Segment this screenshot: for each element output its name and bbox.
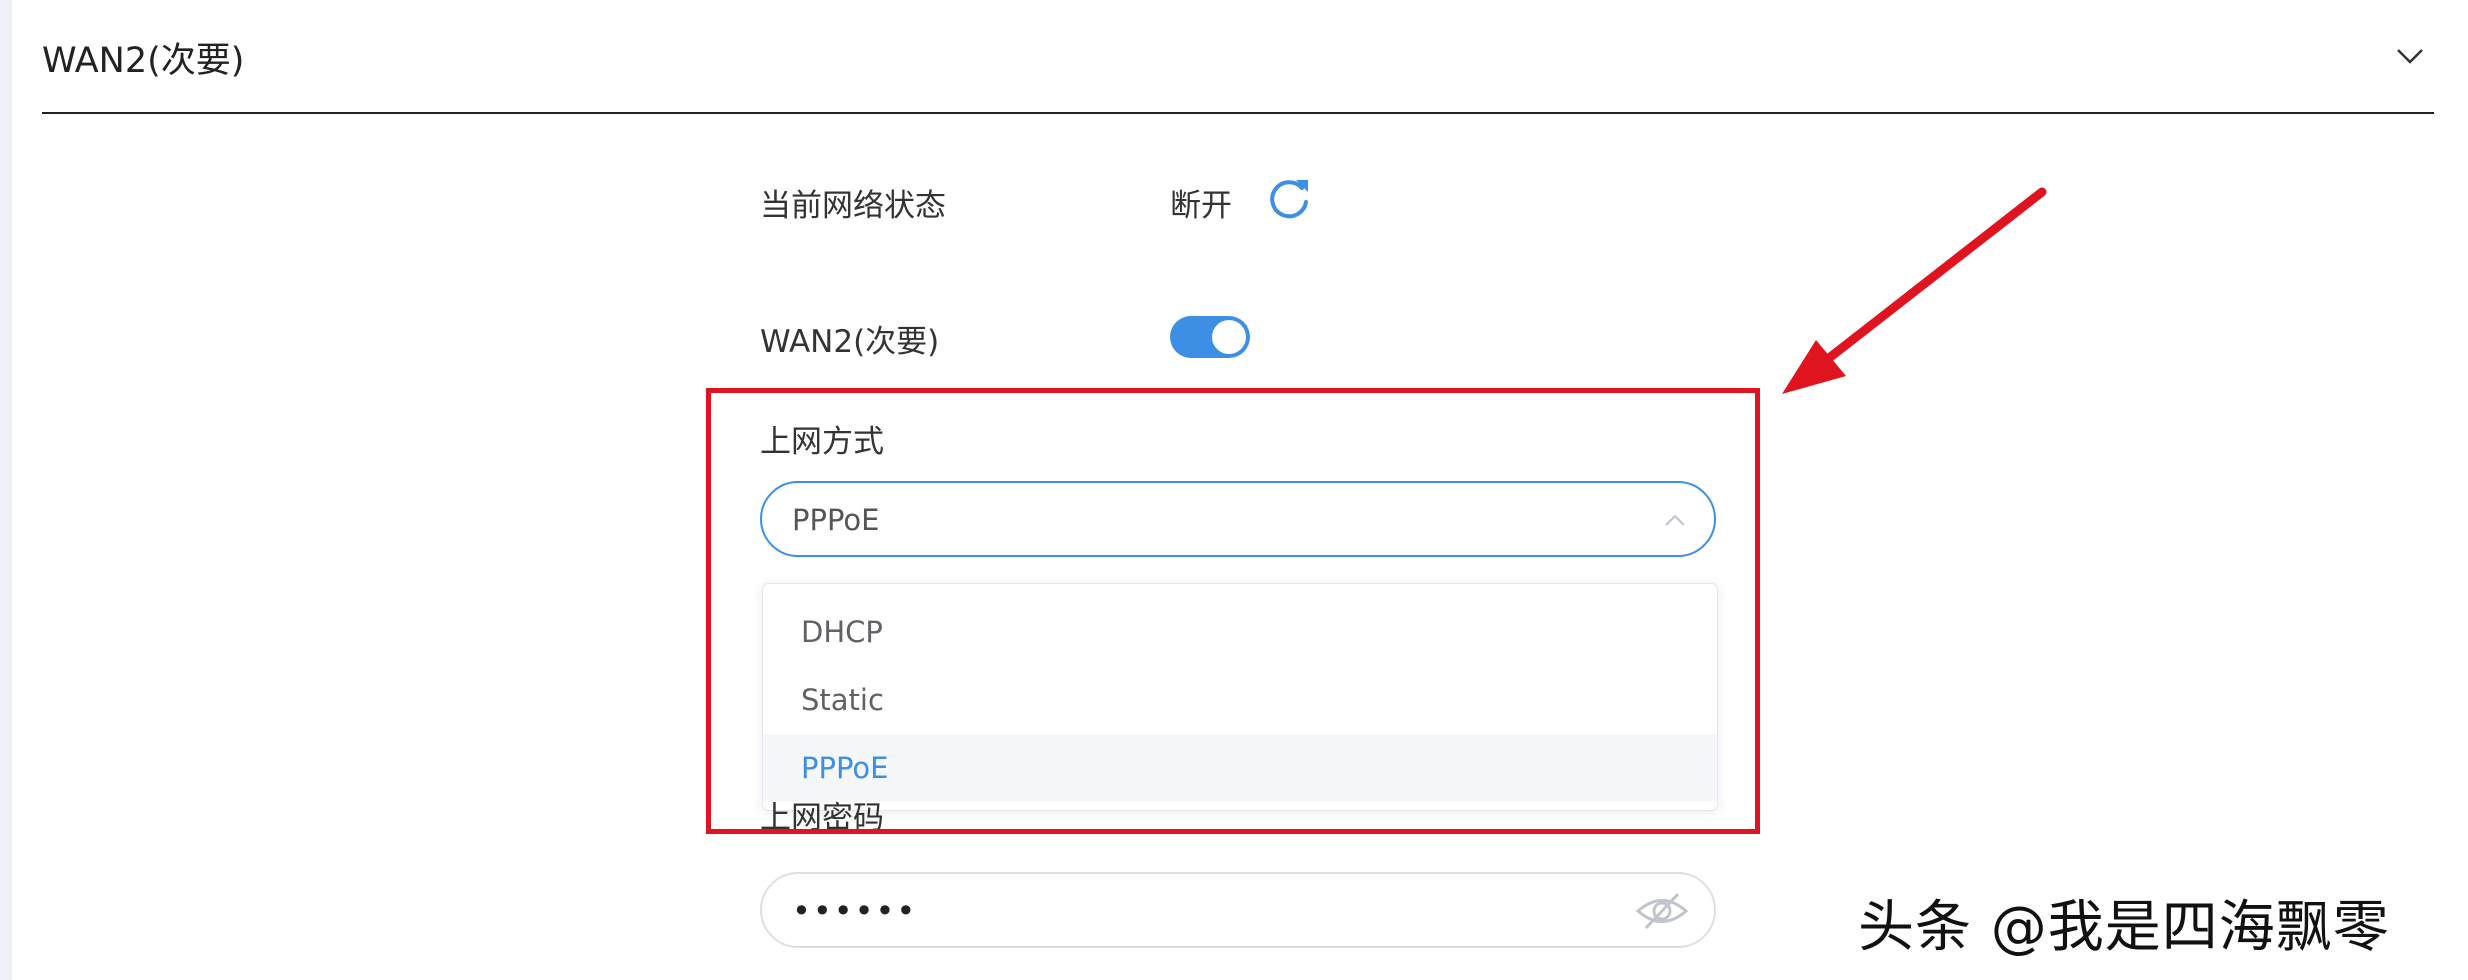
network-status-label: 当前网络状态 — [760, 188, 946, 224]
annotation-highlight-box — [706, 388, 1760, 834]
wan2-section-header[interactable]: WAN2(次要) — [42, 0, 2434, 114]
refresh-icon[interactable] — [1262, 172, 1316, 226]
wan2-enable-toggle[interactable] — [1170, 316, 1250, 358]
watermark-text: 头条 @我是四海飘零 — [1858, 895, 2390, 960]
router-settings-page: WAN2(次要) 当前网络状态 断开 WAN2(次要) 上网方式 PPPoE D… — [0, 0, 2468, 980]
network-status-value: 断开 — [1170, 188, 1232, 224]
password-value: •••••• — [792, 892, 918, 930]
section-title: WAN2(次要) — [42, 41, 245, 81]
chevron-down-icon[interactable] — [2392, 38, 2428, 74]
wan2-toggle-label: WAN2(次要) — [760, 324, 940, 360]
annotation-arrow — [1782, 187, 2047, 394]
left-edge-strip — [0, 0, 12, 980]
toggle-knob — [1212, 320, 1246, 354]
password-input[interactable]: •••••• — [760, 872, 1716, 948]
eye-hidden-icon[interactable] — [1634, 888, 1690, 934]
